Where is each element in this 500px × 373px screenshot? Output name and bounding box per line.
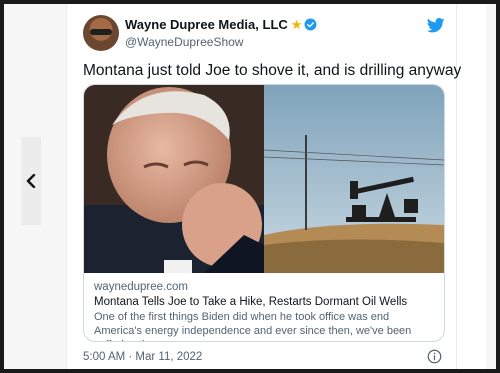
star-icon: ★ [290, 17, 303, 32]
avatar[interactable] [83, 15, 119, 51]
author-handle[interactable]: @WayneDupreeShow [125, 35, 243, 49]
card-description: One of the first things Biden did when h… [94, 311, 412, 341]
card-image [84, 85, 444, 273]
twitter-bird-icon[interactable] [427, 18, 445, 33]
back-button[interactable] [21, 137, 41, 225]
card-title[interactable]: Montana Tells Joe to Take a Hike, Restar… [94, 296, 407, 308]
author-name-row[interactable]: Wayne Dupree Media, LLC ★ [125, 17, 317, 33]
author-name[interactable]: Wayne Dupree Media, LLC [125, 17, 288, 32]
tweet-timestamp[interactable]: 5:00 AM · Mar 11, 2022 [83, 351, 202, 363]
tweet-text: Montana just told Joe to shove it, and i… [83, 62, 462, 79]
right-gutter [486, 4, 496, 369]
chevron-left-icon [26, 174, 36, 188]
link-card[interactable]: waynedupree.com Montana Tells Joe to Tak… [83, 84, 445, 342]
tweet-embed[interactable]: Wayne Dupree Media, LLC ★ @WayneDupreeSho… [66, 4, 462, 369]
info-icon[interactable] [427, 349, 442, 364]
verified-badge-icon [304, 18, 317, 31]
avatar-glasses [90, 29, 112, 35]
card-domain[interactable]: waynedupree.com [94, 281, 188, 293]
